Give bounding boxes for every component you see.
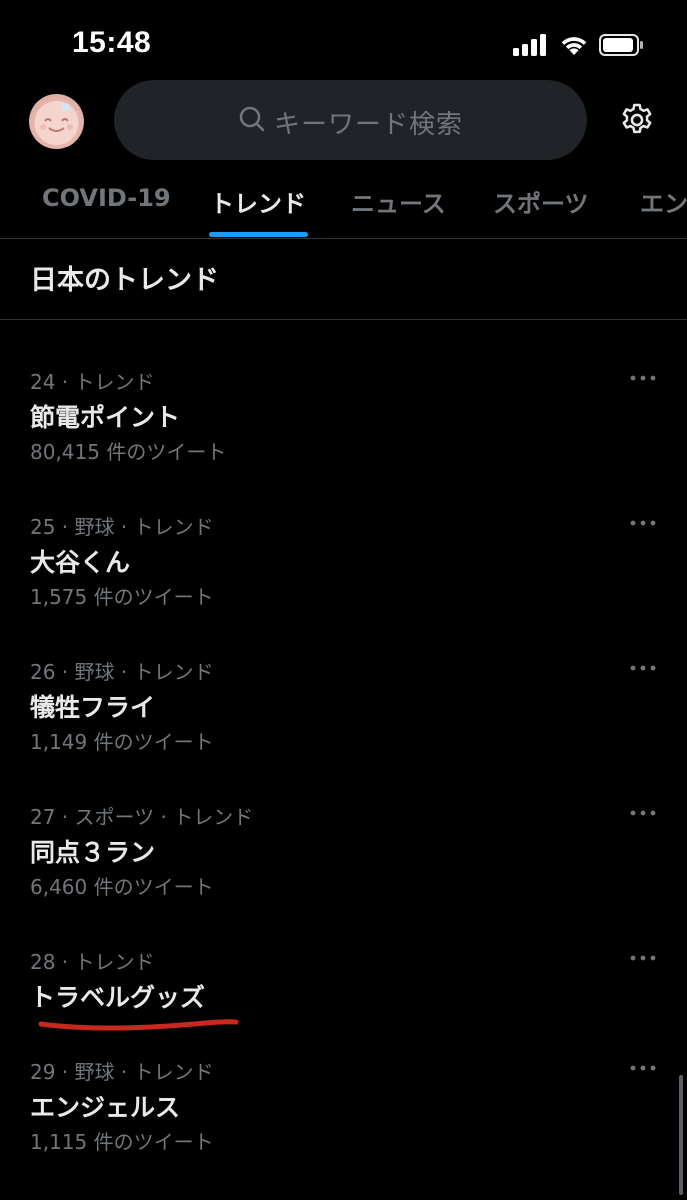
tab-divider: [0, 238, 687, 239]
trend-item[interactable]: 29 · 野球 · トレンド エンジェルス 1,115 件のツイート: [0, 1056, 687, 1186]
more-options-icon[interactable]: [629, 807, 657, 819]
status-icons: [513, 34, 643, 58]
signal-icon: [513, 34, 546, 56]
trend-meta: 24 · トレンド: [30, 370, 155, 394]
trend-name: 犠牲フライ: [30, 693, 156, 722]
more-options-icon[interactable]: [629, 1062, 657, 1074]
status-time: 15:48: [72, 26, 152, 59]
search-placeholder: キーワード検索: [274, 110, 464, 140]
more-options-icon[interactable]: [629, 372, 657, 384]
battery-icon: [599, 34, 643, 56]
trend-meta: 29 · 野球 · トレンド: [30, 1060, 214, 1084]
header: キーワード検索: [0, 80, 687, 162]
trend-meta: 27 · スポーツ · トレンド: [30, 805, 254, 829]
active-tab-indicator: [209, 232, 308, 237]
trend-name: エンジェルス: [30, 1093, 181, 1122]
avatar-face-icon: [34, 101, 79, 145]
trend-name: 同点３ラン: [30, 838, 156, 867]
trend-count: 1,149 件のツイート: [30, 730, 214, 754]
tab-bar: COVID-19 トレンド ニュース スポーツ エン: [0, 162, 687, 238]
trend-meta: 26 · 野球 · トレンド: [30, 660, 214, 684]
gear-icon[interactable]: [618, 101, 656, 139]
trend-meta: 28 · トレンド: [30, 950, 155, 974]
section-divider: [0, 319, 687, 320]
trend-item[interactable]: 27 · スポーツ · トレンド 同点３ラン 6,460 件のツイート: [0, 801, 687, 931]
trend-meta: 25 · 野球 · トレンド: [30, 515, 214, 539]
trend-count: 1,575 件のツイート: [30, 585, 214, 609]
more-options-icon[interactable]: [629, 662, 657, 674]
more-options-icon[interactable]: [629, 952, 657, 964]
trend-item[interactable]: 26 · 野球 · トレンド 犠牲フライ 1,149 件のツイート: [0, 656, 687, 786]
trend-name: 節電ポイント: [30, 403, 181, 432]
red-underline-annotation: [38, 1019, 239, 1031]
tab-news[interactable]: ニュース: [351, 184, 446, 219]
trend-count: 6,460 件のツイート: [30, 875, 214, 899]
search-input[interactable]: キーワード検索: [114, 80, 587, 160]
trend-name: トラベルグッズ: [30, 983, 206, 1012]
avatar[interactable]: [29, 94, 84, 149]
scrollbar[interactable]: [679, 1075, 683, 1195]
wifi-icon: [561, 37, 587, 55]
tab-sports[interactable]: スポーツ: [493, 184, 589, 219]
more-options-icon[interactable]: [629, 517, 657, 529]
trend-count: 80,415 件のツイート: [30, 440, 227, 464]
tab-covid-19[interactable]: COVID-19: [42, 184, 171, 212]
status-bar: 15:48: [0, 0, 687, 90]
section-title: 日本のトレンド: [30, 265, 219, 296]
trend-name: 大谷くん: [30, 548, 131, 577]
trend-item[interactable]: 24 · トレンド 節電ポイント 80,415 件のツイート: [0, 366, 687, 496]
trend-item[interactable]: 25 · 野球 · トレンド 大谷くん 1,575 件のツイート: [0, 511, 687, 641]
search-icon: [239, 106, 265, 132]
tab-trends[interactable]: トレンド: [210, 184, 306, 219]
trend-count: 1,115 件のツイート: [30, 1130, 214, 1154]
tab-entertainment[interactable]: エン: [640, 184, 687, 219]
